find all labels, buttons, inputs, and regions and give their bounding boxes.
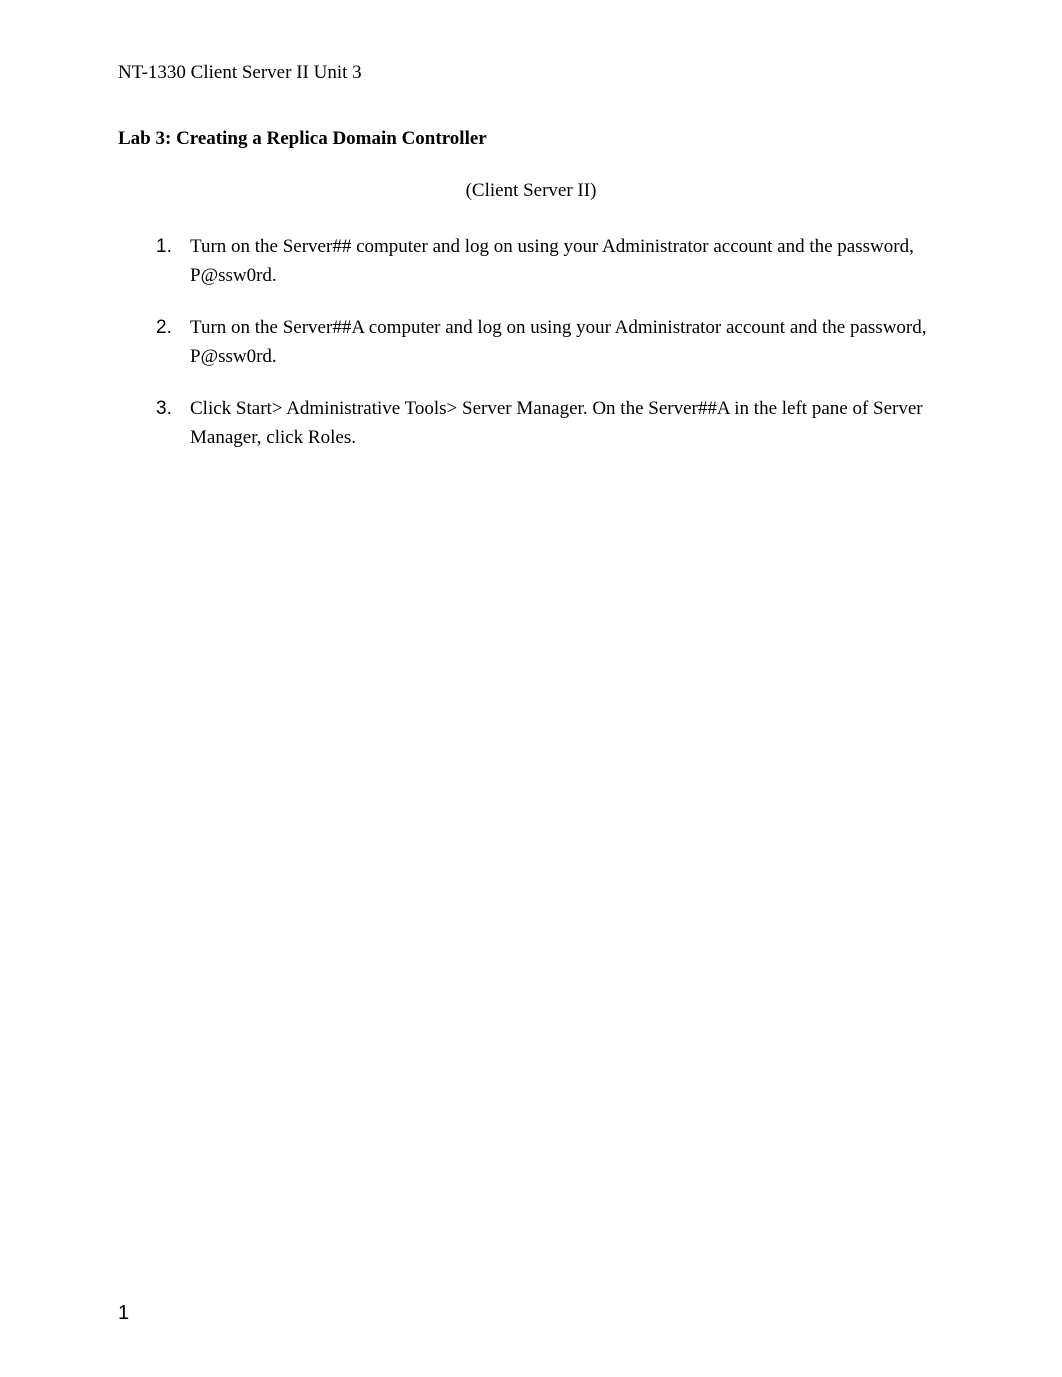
course-header: NT-1330 Client Server II Unit 3 (118, 62, 944, 84)
list-marker: 2. (156, 313, 190, 372)
list-item-text: Turn on the Server## computer and log on… (190, 232, 944, 291)
list-item-text: Turn on the Server##A computer and log o… (190, 313, 944, 372)
lab-subtitle: (Client Server II) (118, 180, 944, 202)
list-item-text: Click Start> Administrative Tools> Serve… (190, 394, 944, 453)
page-number: 1 (118, 1302, 129, 1325)
list-marker: 3. (156, 394, 190, 453)
list-marker: 1. (156, 232, 190, 291)
list-item: 1. Turn on the Server## computer and log… (156, 232, 944, 291)
list-item: 3. Click Start> Administrative Tools> Se… (156, 394, 944, 453)
list-item: 2. Turn on the Server##A computer and lo… (156, 313, 944, 372)
steps-list: 1. Turn on the Server## computer and log… (118, 232, 944, 453)
lab-title: Lab 3: Creating a Replica Domain Control… (118, 128, 944, 150)
document-page: NT-1330 Client Server II Unit 3 Lab 3: C… (0, 0, 1062, 525)
